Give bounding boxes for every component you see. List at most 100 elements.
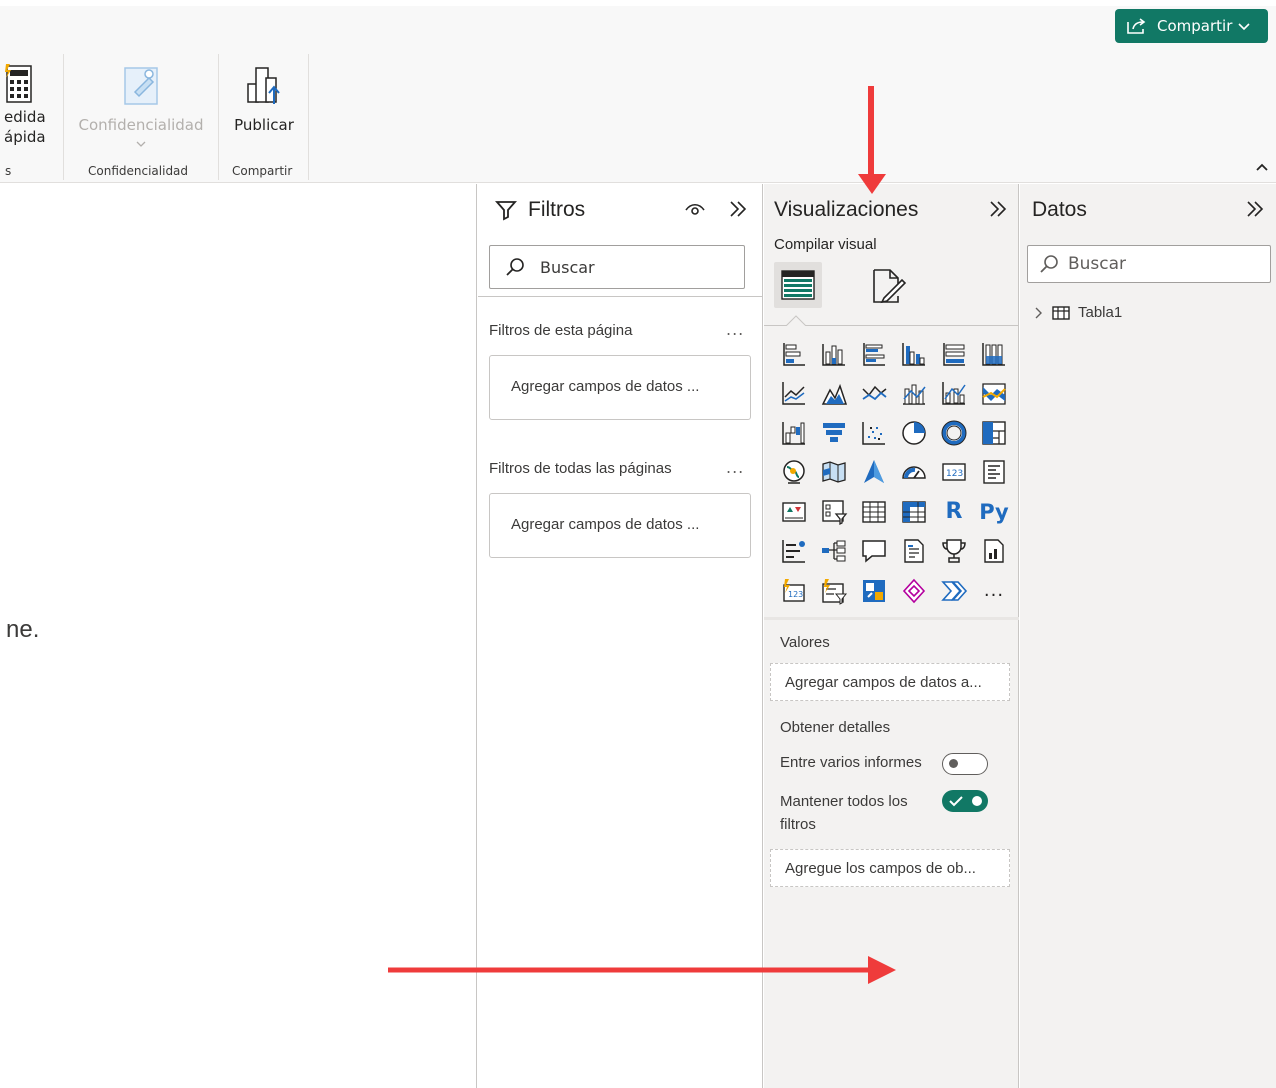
power-automate-icon[interactable]: [894, 571, 934, 610]
filters-search-placeholder: Buscar: [540, 257, 595, 277]
filters-all-pages-more[interactable]: ...: [726, 458, 744, 477]
chevron-right-icon[interactable]: [1034, 306, 1044, 320]
quick-measure-label-2: ápida: [4, 128, 46, 146]
collapse-pane-icon[interactable]: [988, 199, 1008, 219]
gauge-icon[interactable]: [894, 453, 934, 492]
sensitivity-group-label: Confidencialidad: [88, 164, 189, 178]
azure-map-icon[interactable]: [854, 453, 894, 492]
map-icon[interactable]: [774, 453, 814, 492]
scatter-chart-icon[interactable]: [854, 413, 894, 452]
drillthrough-well[interactable]: Agregue los campos de ob...: [770, 849, 1010, 887]
tree-item-table[interactable]: Tabla1: [1034, 304, 1122, 321]
ribbon-chart-icon[interactable]: [974, 374, 1014, 413]
data-pane: Datos Buscar Tabla1: [1020, 184, 1276, 1088]
calculator-icon: [5, 64, 32, 103]
sensitivity-button[interactable]: Confidencialidad: [77, 62, 205, 148]
narrative-icon[interactable]: [894, 532, 934, 571]
chevron-down-icon: [1238, 23, 1250, 31]
r-visual-label: R: [945, 499, 963, 524]
keep-filters-toggle[interactable]: [942, 790, 988, 812]
sensitivity-button-label: Confidencialidad: [78, 116, 204, 134]
format-visual-icon[interactable]: [868, 266, 908, 306]
kpi-icon[interactable]: [774, 492, 814, 531]
100-stacked-column-chart-icon[interactable]: [974, 334, 1014, 373]
collapse-ribbon-icon[interactable]: [1255, 162, 1269, 172]
quick-measure-button[interactable]: edida ápida: [4, 62, 46, 146]
publish-button[interactable]: Publicar: [230, 62, 298, 134]
filters-all-pages-well[interactable]: Agregar campos de datos ...: [489, 493, 751, 558]
cross-report-toggle[interactable]: [942, 753, 988, 775]
publish-button-label: Publicar: [234, 116, 294, 134]
treemap-icon[interactable]: [974, 413, 1014, 452]
build-visual-icon: [781, 270, 815, 300]
power-apps-slicer-icon[interactable]: [814, 571, 854, 610]
python-visual-icon[interactable]: Py: [974, 492, 1014, 531]
key-influencers-icon[interactable]: [774, 532, 814, 571]
100-stacked-bar-chart-icon[interactable]: [934, 334, 974, 373]
table-icon[interactable]: [854, 492, 894, 531]
qna-icon[interactable]: [854, 532, 894, 571]
ribbon: Compartir edida ápida s Confidencialidad…: [0, 0, 1276, 183]
filters-this-page-well[interactable]: Agregar campos de datos ...: [489, 355, 751, 420]
sensitivity-label-icon: [124, 67, 158, 105]
power-automate-flow-icon[interactable]: [934, 571, 974, 610]
filters-this-page-label: Filtros de esta página: [489, 322, 633, 339]
power-apps-card-icon[interactable]: 123: [774, 571, 814, 610]
calculations-group-label: s: [5, 164, 12, 178]
decomposition-tree-icon[interactable]: [814, 532, 854, 571]
line-and-clustered-column-chart-icon[interactable]: [934, 374, 974, 413]
annotation-arrow-down: [858, 86, 886, 194]
canvas-text: ne.: [6, 616, 40, 643]
filled-map-icon[interactable]: [814, 453, 854, 492]
line-chart-icon[interactable]: [774, 374, 814, 413]
quick-measure-label-1: edida: [4, 108, 46, 126]
search-icon: [506, 258, 524, 276]
matrix-icon[interactable]: [894, 492, 934, 531]
eye-icon[interactable]: [684, 201, 706, 217]
line-and-stacked-column-chart-icon[interactable]: [894, 374, 934, 413]
slicer-icon[interactable]: [814, 492, 854, 531]
table-icon: [1052, 305, 1070, 320]
keep-filters-label-1: Mantener todos los: [780, 793, 908, 810]
drillthrough-label: Obtener detalles: [780, 719, 891, 736]
svg-text:123: 123: [946, 469, 963, 479]
filters-this-page-more[interactable]: ...: [726, 320, 744, 339]
data-title: Datos: [1032, 198, 1087, 221]
r-script-visual-icon[interactable]: R: [934, 492, 974, 531]
collapse-pane-icon[interactable]: [728, 199, 748, 219]
waterfall-chart-icon[interactable]: [774, 413, 814, 452]
values-well[interactable]: Agregar campos de datos a...: [770, 663, 1010, 701]
stacked-area-chart-icon[interactable]: [854, 374, 894, 413]
area-chart-icon[interactable]: [814, 374, 854, 413]
share-group-label: Compartir: [232, 164, 293, 178]
donut-chart-icon[interactable]: [934, 413, 974, 452]
card-icon[interactable]: 123: [934, 453, 974, 492]
data-search-input[interactable]: Buscar: [1027, 245, 1271, 283]
stacked-column-chart-icon[interactable]: [814, 334, 854, 373]
power-apps-icon[interactable]: [854, 571, 894, 610]
cross-report-label: Entre varios informes: [780, 754, 922, 771]
pie-chart-icon[interactable]: [894, 413, 934, 452]
filters-title: Filtros: [528, 198, 586, 221]
toggle-knob: [949, 759, 958, 768]
filter-icon: [495, 201, 517, 221]
share-button[interactable]: Compartir: [1115, 9, 1268, 43]
goals-trophy-icon[interactable]: [934, 532, 974, 571]
keep-filters-label-2: filtros: [780, 816, 816, 833]
build-visual-label: Compilar visual: [774, 236, 877, 253]
build-visual-tab[interactable]: [774, 262, 822, 308]
multi-row-card-icon[interactable]: [974, 453, 1014, 492]
clustered-bar-chart-icon[interactable]: [854, 334, 894, 373]
share-icon: [1127, 18, 1146, 34]
values-label: Valores: [780, 634, 830, 651]
funnel-icon[interactable]: [814, 413, 854, 452]
filters-search-input[interactable]: Buscar: [489, 245, 745, 289]
chevron-down-icon: [136, 141, 146, 147]
collapse-pane-icon[interactable]: [1245, 199, 1265, 219]
more-visuals-button[interactable]: ...: [974, 571, 1014, 610]
stacked-bar-chart-icon[interactable]: [774, 334, 814, 373]
paginated-report-icon[interactable]: [974, 532, 1014, 571]
tab-indicator: [786, 315, 806, 326]
annotation-arrow-right: [388, 956, 896, 984]
clustered-column-chart-icon[interactable]: [894, 334, 934, 373]
